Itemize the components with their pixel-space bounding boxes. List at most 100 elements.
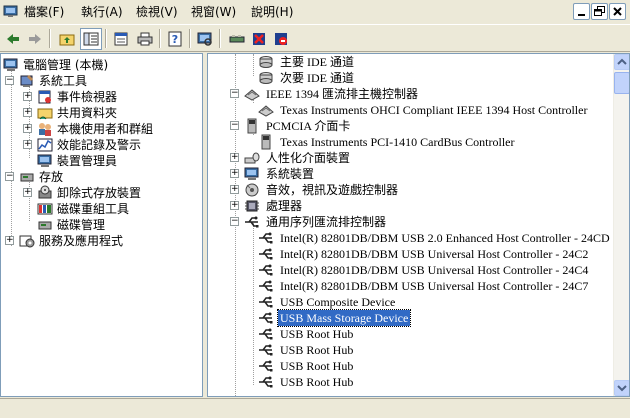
console-tree-pane[interactable]: 電腦管理 (本機) − 系統工具 + 事件檢視器 + 共用資料夾 + 本機使用者… xyxy=(0,53,203,397)
chevron-down-icon xyxy=(617,385,627,392)
tree-label: 本機使用者和群組 xyxy=(57,122,154,136)
vertical-scrollbar[interactable] xyxy=(613,54,629,396)
back-button[interactable] xyxy=(2,28,24,50)
usb-icon xyxy=(259,360,273,372)
usb-icon xyxy=(259,248,273,260)
expand-toggle-icon[interactable]: + xyxy=(23,124,32,133)
tree-label: 卸除式存放裝置 xyxy=(57,186,142,200)
scroll-down-button[interactable] xyxy=(614,380,629,396)
menu-view[interactable]: 檢視(V) xyxy=(133,5,181,19)
menu-action[interactable]: 執行(A) xyxy=(78,5,126,19)
ieee1394-device-icon xyxy=(258,105,274,117)
expand-toggle-icon[interactable]: + xyxy=(23,92,32,101)
expand-toggle-icon[interactable]: + xyxy=(230,201,239,210)
properties-icon xyxy=(114,32,128,46)
collapse-toggle-icon[interactable]: − xyxy=(5,172,14,181)
ide-channel-icon xyxy=(259,72,273,84)
back-arrow-icon xyxy=(7,34,19,44)
disable-device-icon xyxy=(275,33,287,45)
ieee1394-icon xyxy=(244,89,260,101)
menu-help[interactable]: 說明(H) xyxy=(248,5,296,19)
scroll-up-button[interactable] xyxy=(614,54,629,70)
tree-label: 存放 xyxy=(39,170,64,184)
scroll-thumb[interactable] xyxy=(614,72,629,94)
ide-channel-icon xyxy=(259,56,273,68)
usb-icon xyxy=(259,296,273,308)
tree-label: 磁碟重組工具 xyxy=(57,202,130,216)
properties-button[interactable] xyxy=(110,28,132,50)
usb-icon xyxy=(259,232,273,244)
device-label: USB Composite Device xyxy=(280,295,396,309)
device-label: Intel(R) 82801DB/DBM USB 2.0 Enhanced Ho… xyxy=(280,231,610,245)
processor-icon xyxy=(245,200,259,212)
hid-icon xyxy=(244,152,260,164)
tree-label: 磁碟管理 xyxy=(57,218,106,232)
folder-up-icon xyxy=(59,34,75,46)
update-driver-icon xyxy=(229,35,245,43)
help-button[interactable]: ? xyxy=(164,28,186,50)
collapse-toggle-icon[interactable]: − xyxy=(230,121,239,130)
print-button[interactable] xyxy=(134,28,156,50)
usb-icon xyxy=(245,216,259,228)
expand-toggle-icon[interactable]: + xyxy=(23,108,32,117)
pcmcia-device-icon xyxy=(261,134,271,150)
category-label: 音效，視訊及遊戲控制器 xyxy=(266,183,399,197)
close-button[interactable] xyxy=(609,3,626,20)
menu-file[interactable]: 檔案(F) xyxy=(21,5,67,19)
menu-window[interactable]: 視窗(W) xyxy=(188,5,239,19)
collapse-toggle-icon[interactable]: − xyxy=(230,89,239,98)
minimize-button[interactable] xyxy=(573,3,590,20)
services-apps-icon xyxy=(19,235,35,248)
scan-hardware-button[interactable] xyxy=(194,28,216,50)
device-label: 次要 IDE 通道 xyxy=(280,71,354,85)
up-level-button[interactable] xyxy=(56,28,78,50)
disk-management-icon xyxy=(38,221,52,230)
expand-toggle-icon[interactable]: + xyxy=(5,236,14,245)
expand-toggle-icon[interactable]: + xyxy=(230,153,239,162)
collapse-toggle-icon[interactable]: − xyxy=(230,217,239,226)
tree-label: 服務及應用程式 xyxy=(39,234,124,248)
computer-management-app-icon[interactable] xyxy=(3,4,18,19)
device-list-pane[interactable]: 主要 IDE 通道 次要 IDE 通道 − IEEE 1394 匯流排主機控制器… xyxy=(207,53,630,397)
restore-icon xyxy=(594,6,605,16)
chevron-up-icon xyxy=(617,58,627,65)
menu-bar: 檔案(F) 執行(A) 檢視(V) 視窗(W) 說明(H) xyxy=(0,0,630,24)
collapse-toggle-icon[interactable]: − xyxy=(5,76,14,85)
device-label: USB Root Hub xyxy=(280,359,354,373)
sound-icon xyxy=(245,183,259,197)
console-tree-icon xyxy=(83,32,99,46)
uninstall-button[interactable] xyxy=(248,28,270,50)
toolbar: ? xyxy=(0,24,630,52)
device-label: Intel(R) 82801DB/DBM USB Universal Host … xyxy=(280,263,589,277)
usb-icon xyxy=(259,328,273,340)
expand-toggle-icon[interactable]: + xyxy=(230,169,239,178)
tree-label: 效能記錄及警示 xyxy=(57,138,142,152)
tree-label: 電腦管理 (本機) xyxy=(23,58,109,72)
device-label: Intel(R) 82801DB/DBM USB Universal Host … xyxy=(280,247,589,261)
status-bar xyxy=(0,398,630,418)
selected-device-label: USB Mass Storage Device xyxy=(276,309,412,327)
category-label: 處理器 xyxy=(266,199,303,213)
event-viewer-icon xyxy=(38,90,51,104)
usb-icon xyxy=(259,344,273,356)
device-label: Intel(R) 82801DB/DBM USB Universal Host … xyxy=(280,279,589,293)
restore-button[interactable] xyxy=(591,3,608,20)
removable-storage-icon xyxy=(38,185,52,199)
close-icon xyxy=(613,7,622,16)
show-hide-tree-button[interactable] xyxy=(80,28,102,50)
system-tools-icon xyxy=(20,75,33,87)
disable-button[interactable] xyxy=(270,28,292,50)
category-label: IEEE 1394 匯流排主機控制器 xyxy=(266,87,418,101)
help-icon: ? xyxy=(168,31,182,47)
device-label: USB Root Hub xyxy=(280,375,354,389)
expand-toggle-icon[interactable]: + xyxy=(23,188,32,197)
expand-toggle-icon[interactable]: + xyxy=(230,185,239,194)
expand-toggle-icon[interactable]: + xyxy=(23,140,32,149)
printer-icon xyxy=(137,32,153,46)
update-driver-button[interactable] xyxy=(226,28,248,50)
device-label: USB Root Hub xyxy=(280,343,354,357)
device-label: 主要 IDE 通道 xyxy=(280,55,354,69)
users-groups-icon xyxy=(39,123,51,136)
forward-button[interactable] xyxy=(24,28,46,50)
uninstall-icon xyxy=(253,33,265,45)
